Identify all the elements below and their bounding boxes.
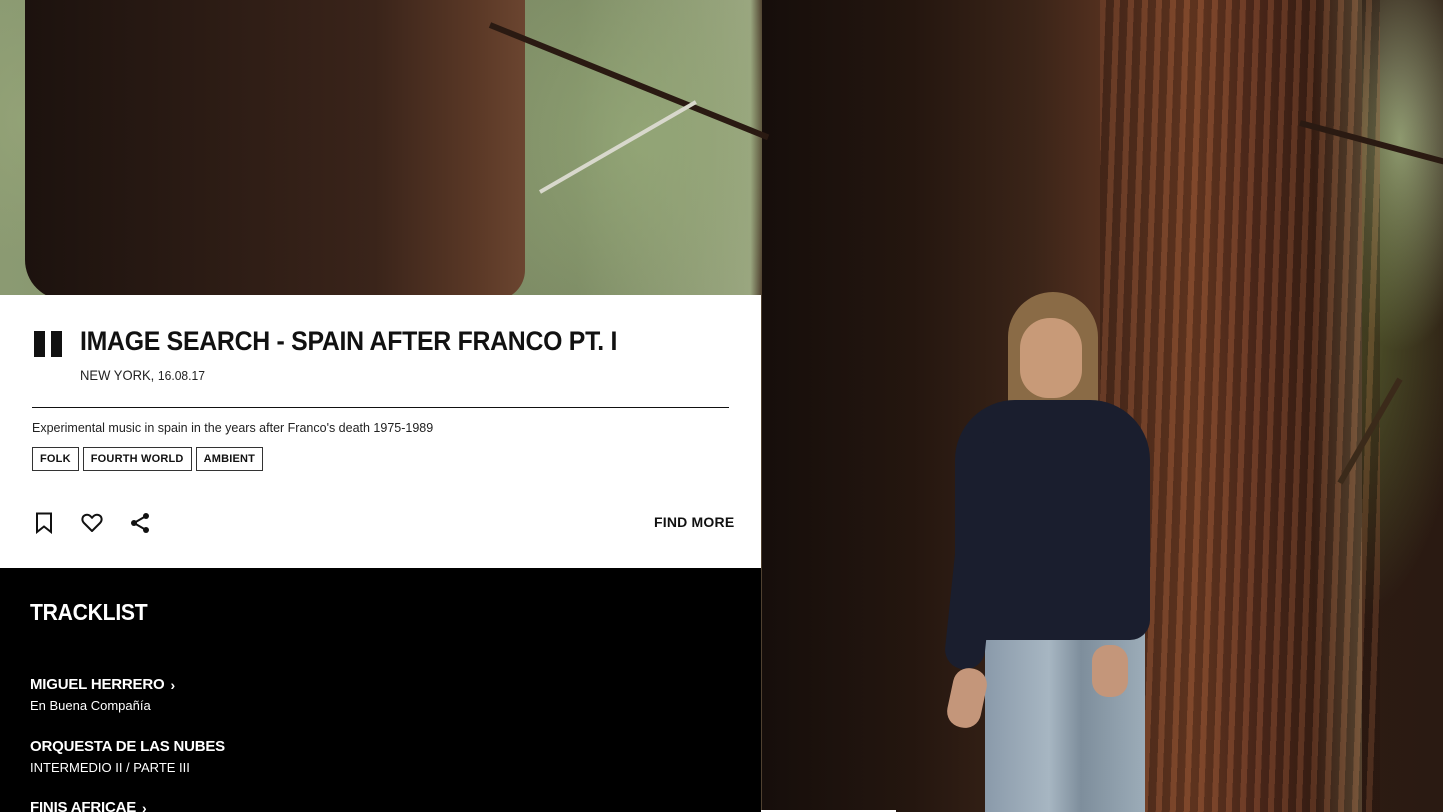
share-icon	[131, 513, 149, 533]
person-legs	[985, 615, 1145, 812]
bookmark-icon	[36, 512, 52, 534]
person-hand	[1092, 645, 1128, 697]
episode-meta: NEW YORK, 16.08.17	[80, 367, 205, 383]
track-artist: MIGUEL HERRERO	[30, 676, 165, 693]
track-title: INTERMEDIO II / PARTE III	[30, 760, 190, 775]
track-artist-link[interactable]: ORQUESTA DE LAS NUBES	[30, 738, 225, 755]
tag-ambient[interactable]: AMBIENT	[195, 447, 264, 471]
pause-bar-left	[34, 331, 45, 357]
chevron-right-icon: ›	[170, 676, 175, 693]
person-face	[1020, 318, 1082, 398]
bookmark-button[interactable]	[32, 511, 56, 535]
track-artist: ORQUESTA DE LAS NUBES	[30, 738, 225, 755]
branch	[488, 22, 770, 141]
pause-icon[interactable]	[34, 331, 62, 357]
episode-title: IMAGE SEARCH - SPAIN AFTER FRANCO PT. I	[80, 326, 618, 356]
tracklist-title: TRACKLIST	[30, 599, 148, 625]
track-artist: FINIS AFRICAE	[30, 799, 137, 812]
tree-trunk-left	[25, 0, 525, 300]
tracklist-panel: TRACKLIST MIGUEL HERRERO › En Buena Comp…	[0, 568, 761, 812]
like-button[interactable]	[80, 511, 104, 535]
track-item: FINIS AFRICAE ›	[30, 799, 147, 812]
branch	[539, 100, 697, 194]
share-button[interactable]	[128, 511, 152, 535]
episode-description: Experimental music in spain in the years…	[32, 421, 434, 435]
track-item: ORQUESTA DE LAS NUBES INTERMEDIO II / PA…	[30, 738, 225, 775]
tag-folk[interactable]: FOLK	[32, 447, 79, 471]
heart-icon	[81, 513, 103, 532]
pause-bar-right	[51, 331, 62, 357]
episode-date: 16.08.17	[157, 368, 205, 383]
track-artist-link[interactable]: FINIS AFRICAE ›	[30, 799, 147, 812]
episode-location: NEW YORK,	[80, 367, 155, 383]
find-more-link[interactable]: FIND MORE	[654, 514, 734, 530]
track-item: MIGUEL HERRERO › En Buena Compañía	[30, 676, 175, 713]
divider	[32, 407, 729, 408]
tag-fourth-world[interactable]: FOURTH WORLD	[82, 447, 192, 471]
tag-list: FOLK FOURTH WORLD AMBIENT	[32, 447, 264, 471]
track-title: En Buena Compañía	[30, 698, 151, 713]
track-artist-link[interactable]: MIGUEL HERRERO ›	[30, 676, 175, 693]
chevron-right-icon: ›	[142, 799, 147, 812]
